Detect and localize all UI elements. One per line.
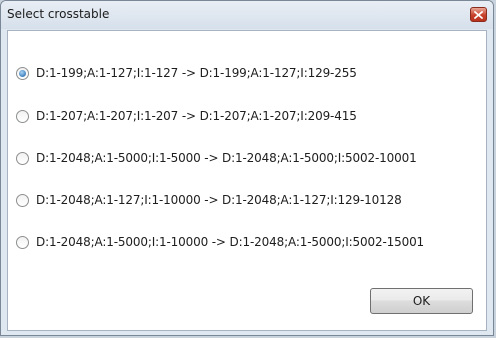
radio-option-2[interactable] [16, 109, 29, 123]
radio-selected-dot [19, 69, 26, 77]
window-title: Select crosstable [7, 7, 110, 21]
title-bar[interactable]: Select crosstable [1, 1, 493, 29]
radio-option-4[interactable] [16, 193, 29, 207]
radio-option-1[interactable] [16, 66, 29, 80]
option-4[interactable]: D:1-2048;A:1-127;I:1-10000 -> D:1-2048;A… [16, 190, 402, 210]
radio-option-3[interactable] [16, 151, 29, 165]
radio-option-5[interactable] [16, 235, 29, 249]
dialog-content: D:1-199;A:1-127;I:1-127 -> D:1-199;A:1-1… [7, 30, 487, 331]
dialog-window: Select crosstable D:1-199;A:1-127;I:1-12… [0, 0, 494, 336]
close-button[interactable] [470, 7, 487, 22]
option-1-label[interactable]: D:1-199;A:1-127;I:1-127 -> D:1-199;A:1-1… [36, 66, 357, 80]
close-icon [474, 10, 483, 19]
option-3[interactable]: D:1-2048;A:1-5000;I:1-5000 -> D:1-2048;A… [16, 148, 417, 168]
option-1[interactable]: D:1-199;A:1-127;I:1-127 -> D:1-199;A:1-1… [16, 63, 357, 83]
ok-button[interactable]: OK [370, 288, 473, 314]
option-5-label[interactable]: D:1-2048;A:1-5000;I:1-10000 -> D:1-2048;… [36, 235, 424, 249]
option-3-label[interactable]: D:1-2048;A:1-5000;I:1-5000 -> D:1-2048;A… [36, 151, 417, 165]
option-5[interactable]: D:1-2048;A:1-5000;I:1-10000 -> D:1-2048;… [16, 232, 424, 252]
option-2[interactable]: D:1-207;A:1-207;I:1-207 -> D:1-207;A:1-2… [16, 106, 357, 126]
option-2-label[interactable]: D:1-207;A:1-207;I:1-207 -> D:1-207;A:1-2… [36, 109, 357, 123]
option-4-label[interactable]: D:1-2048;A:1-127;I:1-10000 -> D:1-2048;A… [36, 193, 402, 207]
